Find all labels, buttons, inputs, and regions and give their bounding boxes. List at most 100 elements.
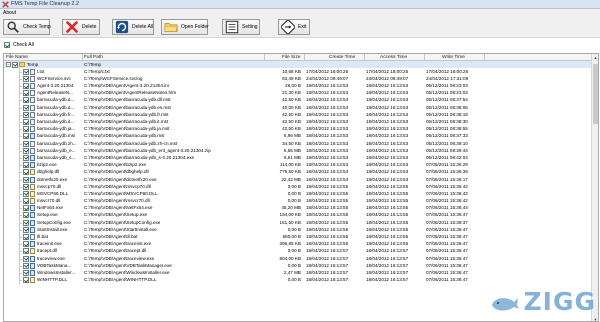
- column-header-full-path[interactable]: Full Path: [84, 55, 103, 60]
- write-time-cell: 07/06/2011 15:36:17: [426, 176, 468, 182]
- file-rows: − Temp C:\Temp t.txt C:\Temp\t.txt 10,68 K…: [4, 61, 592, 321]
- table-row[interactable]: barracuda-ydb.ja... C:\Temp\VDB\Agent\bar…: [4, 125, 592, 133]
- scroll-down-icon[interactable]: ▼: [592, 316, 598, 321]
- table-row[interactable]: barracuda-ydb.d... C:\Temp\VDB\Agent\barr…: [4, 104, 592, 112]
- table-row[interactable]: WindowsInstaller... C:\Temp\VDB\Agent\Win…: [4, 269, 592, 277]
- scroll-thumb[interactable]: [593, 64, 598, 124]
- row-checkbox[interactable]: [23, 255, 29, 262]
- row-checkbox[interactable]: [23, 198, 29, 205]
- full-path-cell: C:\Temp\VDB\Agent\dotnetfx20.exe: [84, 176, 157, 182]
- table-row[interactable]: barracuda-ydb_s... C:\Temp\VDB\Agent\barr…: [4, 154, 592, 162]
- table-row[interactable]: bzip2.exe C:\Temp\VDB\Agent\bzip2.exe 114,…: [4, 161, 592, 169]
- row-checkbox[interactable]: [23, 183, 29, 190]
- table-row[interactable]: StartInstall.exe C:\Temp\VDB\Agent\StartI…: [4, 226, 592, 234]
- table-row[interactable]: t.txt C:\Temp\t.txt 10,68 KB 17/04/2012 18:…: [4, 68, 592, 76]
- column-header-write-time[interactable]: Write Time: [442, 55, 465, 60]
- row-checkbox[interactable]: [23, 190, 29, 197]
- table-row[interactable]: barracuda-ydb.d... C:\Temp\VDB\Agent\barr…: [4, 96, 592, 105]
- table-row[interactable]: SetupConfig.exe C:\Temp\VDB\Agent\SetupCo…: [4, 219, 592, 227]
- row-checkbox[interactable]: [23, 75, 29, 82]
- access-time-cell: 18/04/2012 16:13:53: [366, 126, 409, 132]
- table-row[interactable]: WINHTTP.DLL C:\Temp\VDB\Agent\WINHTTP.DLL…: [4, 276, 592, 284]
- row-checkbox[interactable]: [23, 248, 29, 255]
- row-checkbox[interactable]: [23, 147, 29, 154]
- table-row[interactable]: msvcp70.dll C:\Temp\VDB\Agent\msvcp70.dll…: [4, 183, 592, 191]
- row-checkbox[interactable]: [23, 90, 29, 97]
- full-path-cell: C:\Temp\VDB\Agent\StartInstall.exe: [84, 226, 157, 232]
- row-checkbox[interactable]: [23, 68, 29, 75]
- file-name-cell: bzip2.exe: [37, 162, 57, 168]
- row-checkbox[interactable]: [23, 169, 29, 176]
- file-size-cell: 21,30 KB: [282, 90, 301, 96]
- file-tree-view[interactable]: File Name Full Path File Size Create Tim…: [3, 53, 599, 322]
- file-icon: [30, 133, 35, 140]
- check-all-checkbox[interactable]: [4, 42, 10, 48]
- vertical-scrollbar[interactable]: ▲ ▼: [591, 54, 598, 321]
- delete-button[interactable]: Delete: [62, 19, 100, 35]
- file-icon: [30, 269, 35, 276]
- row-checkbox[interactable]: [23, 140, 29, 147]
- table-row[interactable]: traceview.exe C:\Temp\VDB\Agent\traceview…: [4, 255, 592, 263]
- row-checkbox[interactable]: [23, 212, 29, 219]
- table-row[interactable]: tll.bat C:\Temp\VDB\Agent\tll.bat 580,00 B…: [4, 233, 592, 241]
- row-checkbox[interactable]: [23, 269, 29, 276]
- table-row[interactable]: Setup.exe C:\Temp\VDB\Agent\Setup.exe 194,…: [4, 211, 592, 220]
- setting-button[interactable]: Setting: [222, 19, 260, 35]
- row-checkbox[interactable]: [23, 219, 29, 226]
- column-header-file-size[interactable]: File Size: [282, 55, 300, 60]
- row-checkbox[interactable]: [23, 205, 29, 212]
- row-checkbox[interactable]: [23, 234, 29, 240]
- create-time-cell: 18/04/2012 16:13:55: [306, 190, 349, 196]
- table-row[interactable]: traceinit.exe C:\Temp\VDB\Agent\traceinit…: [4, 240, 592, 248]
- row-checkbox[interactable]: [23, 126, 29, 133]
- check-temp-button[interactable]: Check Temp: [3, 19, 51, 35]
- table-row[interactable]: tracept.dll C:\Temp\VDB\Agent\tracept.dll…: [4, 247, 592, 256]
- row-checkbox[interactable]: [23, 83, 29, 90]
- table-row[interactable]: Agent-3.20.21304 C:\Temp\VDB\Agent\Agent-…: [4, 82, 592, 90]
- row-checkbox[interactable]: [23, 162, 29, 169]
- file-icon: [30, 97, 35, 104]
- table-row[interactable]: AgentReleaseN... C:\Temp\VDB\Agent\AgentR…: [4, 89, 592, 97]
- file-icon: [30, 226, 35, 233]
- column-header-file-name[interactable]: File Name: [6, 55, 28, 60]
- table-row[interactable]: NetFx64.exe C:\Temp\VDB\Agent\NetFx64.exe…: [4, 204, 592, 212]
- table-row[interactable]: barracuda-ydb.it... C:\Temp\VDB\Agent\bar…: [4, 118, 592, 126]
- exit-button[interactable]: Exit: [278, 19, 310, 35]
- file-size-cell: 22,42 MB: [281, 176, 301, 182]
- tree-line: [19, 157, 22, 159]
- row-checkbox[interactable]: [23, 277, 29, 284]
- row-checkbox[interactable]: [23, 176, 29, 183]
- check-all-control[interactable]: Check All: [4, 41, 34, 49]
- row-checkbox[interactable]: [23, 104, 29, 111]
- row-checkbox[interactable]: [23, 119, 29, 125]
- table-row[interactable]: VDBTaskMana... C:\Temp\VDB\Agent\VDBTaskM…: [4, 262, 592, 270]
- delete-all-button[interactable]: Delete All: [112, 19, 154, 35]
- table-row[interactable]: barracuda-ydb_e... C:\Temp\VDB\Agent\barr…: [4, 147, 592, 155]
- table-row[interactable]: WCFService.svc C:\Temp\WCFService.svclog 6…: [4, 75, 592, 83]
- file-icon: [30, 147, 35, 154]
- row-checkbox[interactable]: [23, 111, 29, 118]
- row-checkbox[interactable]: [23, 154, 29, 161]
- table-row[interactable]: barracuda-ydb.zh... C:\Temp\VDB\Agent\bar…: [4, 140, 592, 148]
- table-row[interactable]: barracuda-ydb.fr... C:\Temp\VDB\Agent\bar…: [4, 111, 592, 119]
- table-row[interactable]: dbghelp.dll C:\Temp\VDB\Agent\dbghelp.dll…: [4, 168, 592, 176]
- row-checkbox[interactable]: [23, 262, 29, 269]
- table-row[interactable]: dotnetfx20.exe C:\Temp\VDB\Agent\dotnetfx…: [4, 176, 592, 184]
- row-checkbox[interactable]: [23, 241, 29, 248]
- row-checkbox[interactable]: [23, 97, 29, 104]
- column-header-create-time[interactable]: Create Time: [329, 55, 355, 60]
- check-temp-label: Check Temp: [23, 24, 51, 30]
- table-row[interactable]: msvcr70.dll C:\Temp\VDB\Agent\msvcr70.dll…: [4, 197, 592, 205]
- column-header-access-time[interactable]: Access Time: [380, 55, 407, 60]
- row-checkbox[interactable]: [23, 226, 29, 233]
- row-checkbox[interactable]: [23, 133, 29, 140]
- open-folder-button[interactable]: Open Folder: [161, 19, 209, 35]
- root-checkbox[interactable]: [12, 61, 18, 68]
- scroll-up-icon[interactable]: ▲: [592, 54, 598, 61]
- file-name-cell: traceview.exe: [37, 255, 65, 261]
- table-row[interactable]: barracuda-ydb.msi C:\Temp\VDB\Agent\barra…: [4, 132, 592, 141]
- tree-line: [19, 71, 22, 73]
- table-row[interactable]: MSVCP60.DLL C:\Temp\VDB\Agent\MSVCP60.DLL…: [4, 190, 592, 198]
- tree-root-row[interactable]: − Temp C:\Temp: [4, 61, 592, 69]
- collapse-icon[interactable]: −: [6, 62, 11, 67]
